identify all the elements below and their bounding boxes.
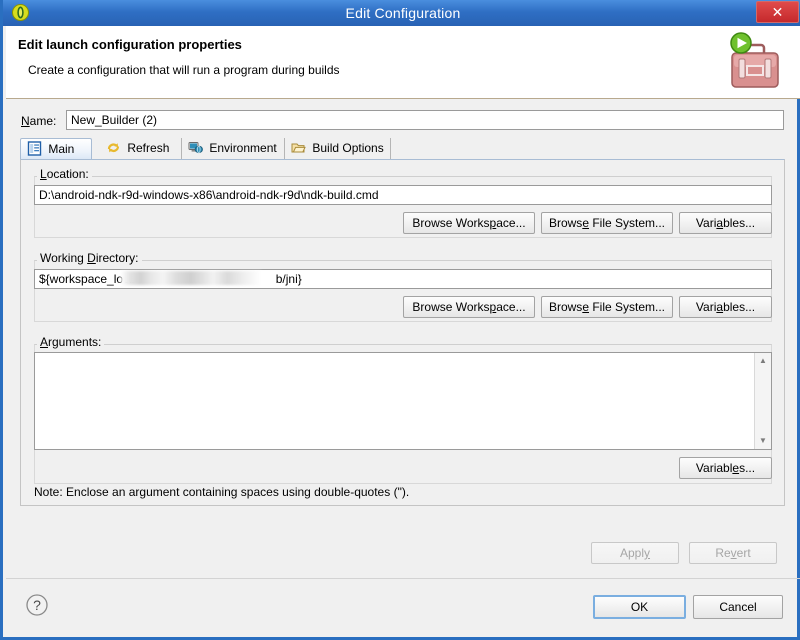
arguments-note: Note: Enclose an argument containing spa… (34, 485, 409, 499)
close-icon[interactable]: ✕ (756, 1, 799, 23)
location-browse-file-system-button[interactable]: Browse File System... (541, 212, 673, 234)
scroll-up-icon[interactable]: ▲ (755, 353, 771, 369)
environment-monitor-icon (188, 140, 203, 155)
refresh-arrows-icon (106, 140, 121, 155)
ok-button[interactable]: OK (593, 595, 686, 619)
wd-variables-button[interactable]: Variables... (679, 296, 772, 318)
wd-browse-workspace-button[interactable]: Browse Workspace... (403, 296, 535, 318)
svg-text:?: ? (33, 597, 41, 613)
edit-configuration-dialog: Edit Configuration ✕ Edit launch configu… (0, 0, 800, 640)
tab-build-options[interactable]: Build Options (285, 138, 391, 159)
name-input[interactable] (66, 110, 784, 130)
location-variables-button[interactable]: Variables... (679, 212, 772, 234)
window-title: Edit Configuration (3, 0, 800, 26)
wd-browse-file-system-button[interactable]: Browse File System... (541, 296, 673, 318)
location-browse-workspace-button[interactable]: Browse Workspace... (403, 212, 535, 234)
name-label: Name: (21, 114, 56, 128)
tab-refresh[interactable]: Refresh (100, 138, 182, 159)
help-icon[interactable]: ? (25, 593, 49, 617)
working-directory-input[interactable]: ${workspace_loc:/ b/jni} (34, 269, 772, 289)
header-subtitle: Create a configuration that will run a p… (28, 63, 340, 77)
tab-build-options-label: Build Options (312, 138, 383, 159)
tab-main-label: Main (48, 139, 74, 160)
header-title: Edit launch configuration properties (18, 37, 242, 52)
cancel-button[interactable]: Cancel (693, 595, 783, 619)
arguments-scrollbar[interactable]: ▲ ▼ (754, 353, 771, 449)
tab-environment[interactable]: Environment (182, 138, 285, 159)
tab-environment-label: Environment (209, 138, 276, 159)
folder-open-icon (291, 140, 306, 155)
working-directory-label: Working Directory: (37, 251, 142, 265)
location-input[interactable] (34, 185, 772, 205)
briefcase-run-icon (722, 31, 786, 93)
scroll-down-icon[interactable]: ▼ (755, 433, 771, 449)
tab-main[interactable]: Main (20, 138, 92, 159)
arguments-textarea[interactable] (35, 353, 755, 449)
working-directory-prefix: ${workspace_loc:/ (39, 272, 136, 286)
tab-refresh-label: Refresh (127, 138, 169, 159)
revert-button[interactable]: Revert (689, 542, 777, 564)
apply-button[interactable]: Apply (591, 542, 679, 564)
main-document-icon (27, 141, 42, 156)
title-bar: Edit Configuration ✕ (3, 0, 800, 26)
arguments-label: Arguments: (37, 335, 104, 349)
footer-divider (6, 578, 800, 579)
tab-strip: Main Refresh (20, 138, 785, 160)
arguments-field: ▲ ▼ (34, 352, 772, 450)
arguments-variables-button[interactable]: Variables... (679, 457, 772, 479)
location-label: Location: (37, 167, 92, 181)
working-directory-suffix: b/jni} (276, 272, 302, 286)
dialog-header: Edit launch configuration properties Cre… (6, 26, 800, 99)
